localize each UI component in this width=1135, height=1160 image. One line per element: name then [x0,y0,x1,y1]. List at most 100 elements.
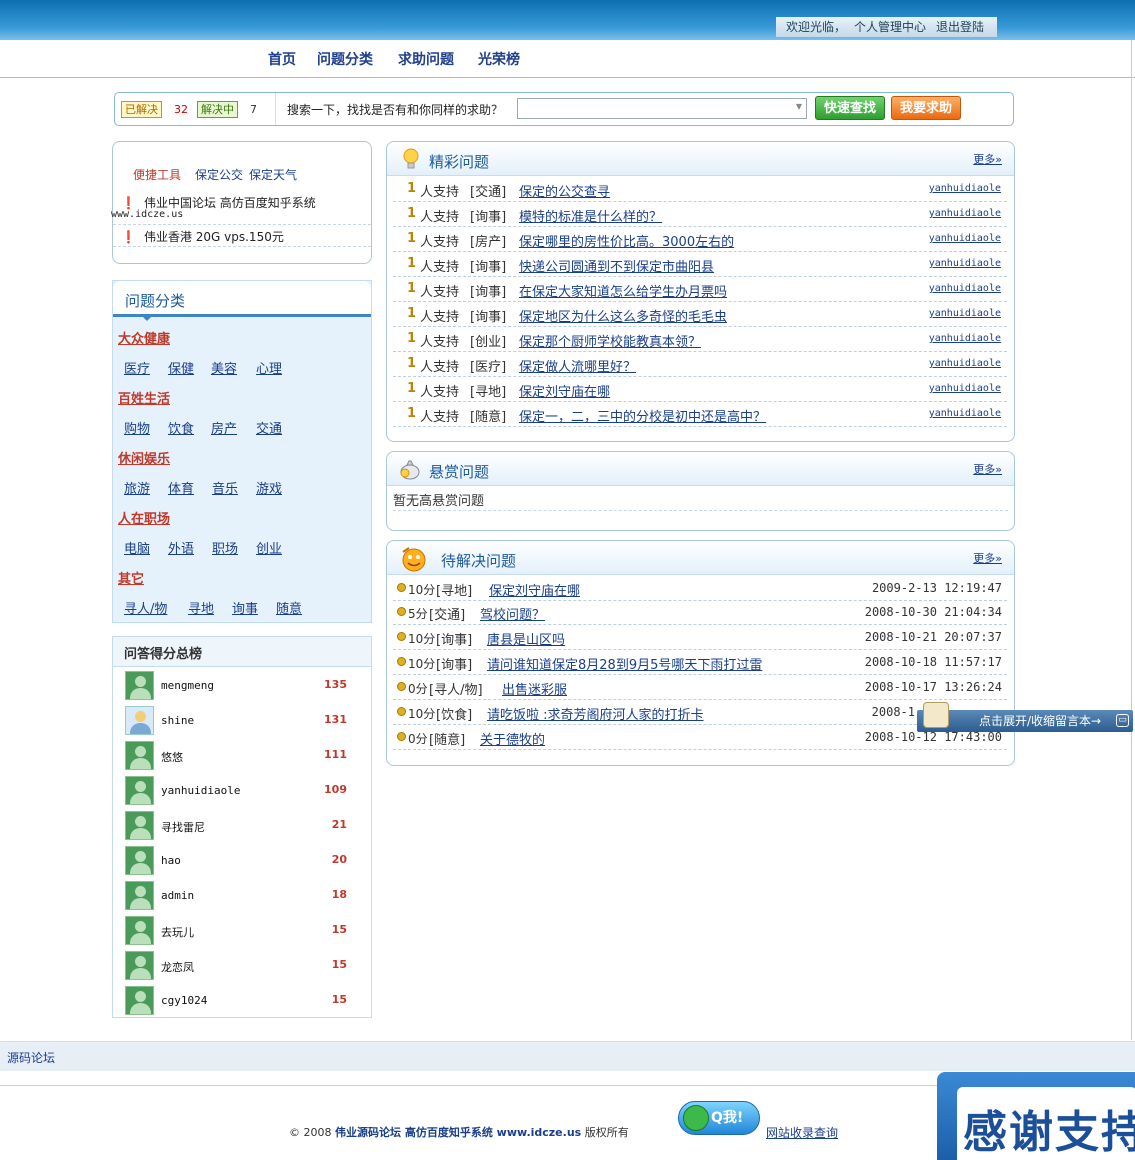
question-title-link[interactable]: 保定地区为什么这么多奇怪的毛毛虫 [519,306,727,325]
question-title-link[interactable]: 保定一，二，三中的分校是初中还是高中？ [519,406,766,425]
category-sub[interactable]: 创业 [256,538,282,557]
category-group[interactable]: 百姓生活 [118,388,170,407]
question-user-link[interactable]: yanhuidiaole [929,333,1001,344]
ranking-row[interactable]: 悠悠 111 [113,738,371,773]
question-user-link[interactable]: yanhuidiaole [929,233,1001,244]
quick-search-button[interactable]: 快速查找 [815,96,885,120]
question-user-link[interactable]: yanhuidiaole [929,408,1001,419]
minimize-icon[interactable]: ▭ [1116,714,1129,727]
tools-link-bus[interactable]: 保定公交 [195,168,243,182]
category-sub[interactable]: 寻地 [188,598,214,617]
category-sub[interactable]: 交通 [256,418,282,437]
tools-url[interactable]: www.idcze.us [111,209,183,220]
question-user-link[interactable]: yanhuidiaole [929,183,1001,194]
category-sub[interactable]: 房产 [211,418,237,437]
pending-title-link[interactable]: 保定刘守庙在哪 [489,580,580,599]
pending-title-link[interactable]: 唐县是山区吗 [487,629,565,648]
category-sub[interactable]: 外语 [168,538,194,557]
question-title-link[interactable]: 保定哪里的房性价比高。3000左右的 [519,231,734,250]
ranking-row[interactable]: admin 18 [113,878,371,913]
question-title-link[interactable]: 保定那个厨师学校能教真本领？ [519,331,701,350]
ranking-row[interactable]: 寻找雷尼 21 [113,808,371,843]
pending-title-link[interactable]: 关于德牧的 [480,729,545,748]
question-user-link[interactable]: yanhuidiaole [929,258,1001,269]
category-sub[interactable]: 电脑 [124,538,150,557]
question-user-link[interactable]: yanhuidiaole [929,283,1001,294]
ranking-row[interactable]: yanhuidiaole 109 [113,773,371,808]
category-sub[interactable]: 体育 [168,478,194,497]
question-title-link[interactable]: 保定的公交查寻 [519,181,610,200]
avatar[interactable] [125,916,154,945]
question-user-link[interactable]: yanhuidiaole [929,308,1001,319]
category-sub[interactable]: 保健 [168,358,194,377]
nav-help-questions[interactable]: 求助问题 [398,49,454,69]
question-title-link[interactable]: 快递公司圆通到不到保定市曲阳县 [519,256,714,275]
ranking-user[interactable]: hao [161,854,181,867]
thanks-banner[interactable]: 感谢支持 [937,1072,1135,1160]
avatar[interactable] [125,881,154,910]
category-group[interactable]: 休闲娱乐 [118,448,170,467]
ranking-user[interactable]: yanhuidiaole [161,784,240,797]
logout-link[interactable]: 退出登陆 [936,20,984,34]
chevron-down-icon[interactable]: ▼ [796,102,802,111]
ranking-user[interactable]: mengmeng [161,679,214,692]
solving-badge[interactable]: 解决中 [197,101,238,118]
category-sub[interactable]: 寻人/物 [124,598,167,617]
avatar[interactable] [125,741,154,770]
ask-help-button[interactable]: 我要求助 [891,96,961,120]
message-board-toggle[interactable]: 点击展开/收缩留言本→ ▭ [917,702,1133,732]
search-input[interactable]: ▼ [517,98,807,119]
ranking-row[interactable]: mengmeng 135 [113,668,371,703]
ranking-user[interactable]: shine [161,714,194,727]
category-group[interactable]: 其它 [118,568,144,587]
category-sub[interactable]: 职场 [212,538,238,557]
copyright-site[interactable]: 伟业源码论坛 高仿百度知乎系统 www.idcze.us [335,1126,581,1139]
category-group[interactable]: 大众健康 [118,328,170,347]
category-sub[interactable]: 医疗 [124,358,150,377]
avatar[interactable] [125,776,154,805]
category-sub[interactable]: 美容 [211,358,237,377]
question-user-link[interactable]: yanhuidiaole [929,358,1001,369]
category-sub[interactable]: 游戏 [256,478,282,497]
reward-more-link[interactable]: 更多» [973,461,1002,477]
category-sub[interactable]: 购物 [124,418,150,437]
tools-link-weather[interactable]: 保定天气 [249,168,297,182]
ranking-user[interactable]: 悠悠 [161,749,183,765]
category-sub[interactable]: 饮食 [168,418,194,437]
category-sub[interactable]: 旅游 [124,478,150,497]
question-title-link[interactable]: 模特的标准是什么样的？ [519,206,662,225]
avatar[interactable] [125,671,154,700]
pending-title-link[interactable]: 出售迷彩服 [502,679,567,698]
featured-more-link[interactable]: 更多» [973,151,1002,167]
qq-contact-button[interactable]: Q我! [678,1101,760,1135]
source-forum-link[interactable]: 源码论坛 [7,1049,55,1066]
avatar[interactable] [125,706,154,735]
ranking-user[interactable]: 去玩儿 [161,924,194,940]
avatar[interactable] [125,986,154,1015]
tools-line-2[interactable]: ❗ 伟业香港 20G vps.150元 [121,228,284,245]
nav-honor-list[interactable]: 光荣榜 [478,49,520,69]
avatar[interactable] [125,846,154,875]
question-title-link[interactable]: 保定做人流哪里好？ [519,356,636,375]
pending-title-link[interactable]: 请问谁知道保定8月28到9月5号哪天下雨打过雷 [487,654,762,673]
category-sub[interactable]: 询事 [232,598,258,617]
question-user-link[interactable]: yanhuidiaole [929,383,1001,394]
ranking-row[interactable]: 龙恋凤 15 [113,948,371,983]
pending-title-link[interactable]: 请吃饭啦 :求奇芳阁府河人家的打折卡 [487,704,704,723]
avatar[interactable] [125,811,154,840]
solved-badge[interactable]: 已解决 [121,101,162,118]
nav-home[interactable]: 首页 [268,49,296,69]
ranking-row[interactable]: cgy1024 15 [113,983,371,1018]
ranking-user[interactable]: admin [161,889,194,902]
question-title-link[interactable]: 在保定大家知道怎么给学生办月票吗 [519,281,727,300]
ranking-user[interactable]: 龙恋凤 [161,959,194,975]
site-index-link[interactable]: 网站收录查询 [766,1124,838,1141]
category-sub[interactable]: 随意 [276,598,302,617]
user-center-link[interactable]: 个人管理中心 [854,20,926,34]
pending-more-link[interactable]: 更多» [973,550,1002,566]
question-user-link[interactable]: yanhuidiaole [929,208,1001,219]
category-group[interactable]: 人在职场 [118,508,170,527]
ranking-row[interactable]: shine 131 [113,703,371,738]
ranking-row[interactable]: 去玩儿 15 [113,913,371,948]
category-sub[interactable]: 音乐 [212,478,238,497]
